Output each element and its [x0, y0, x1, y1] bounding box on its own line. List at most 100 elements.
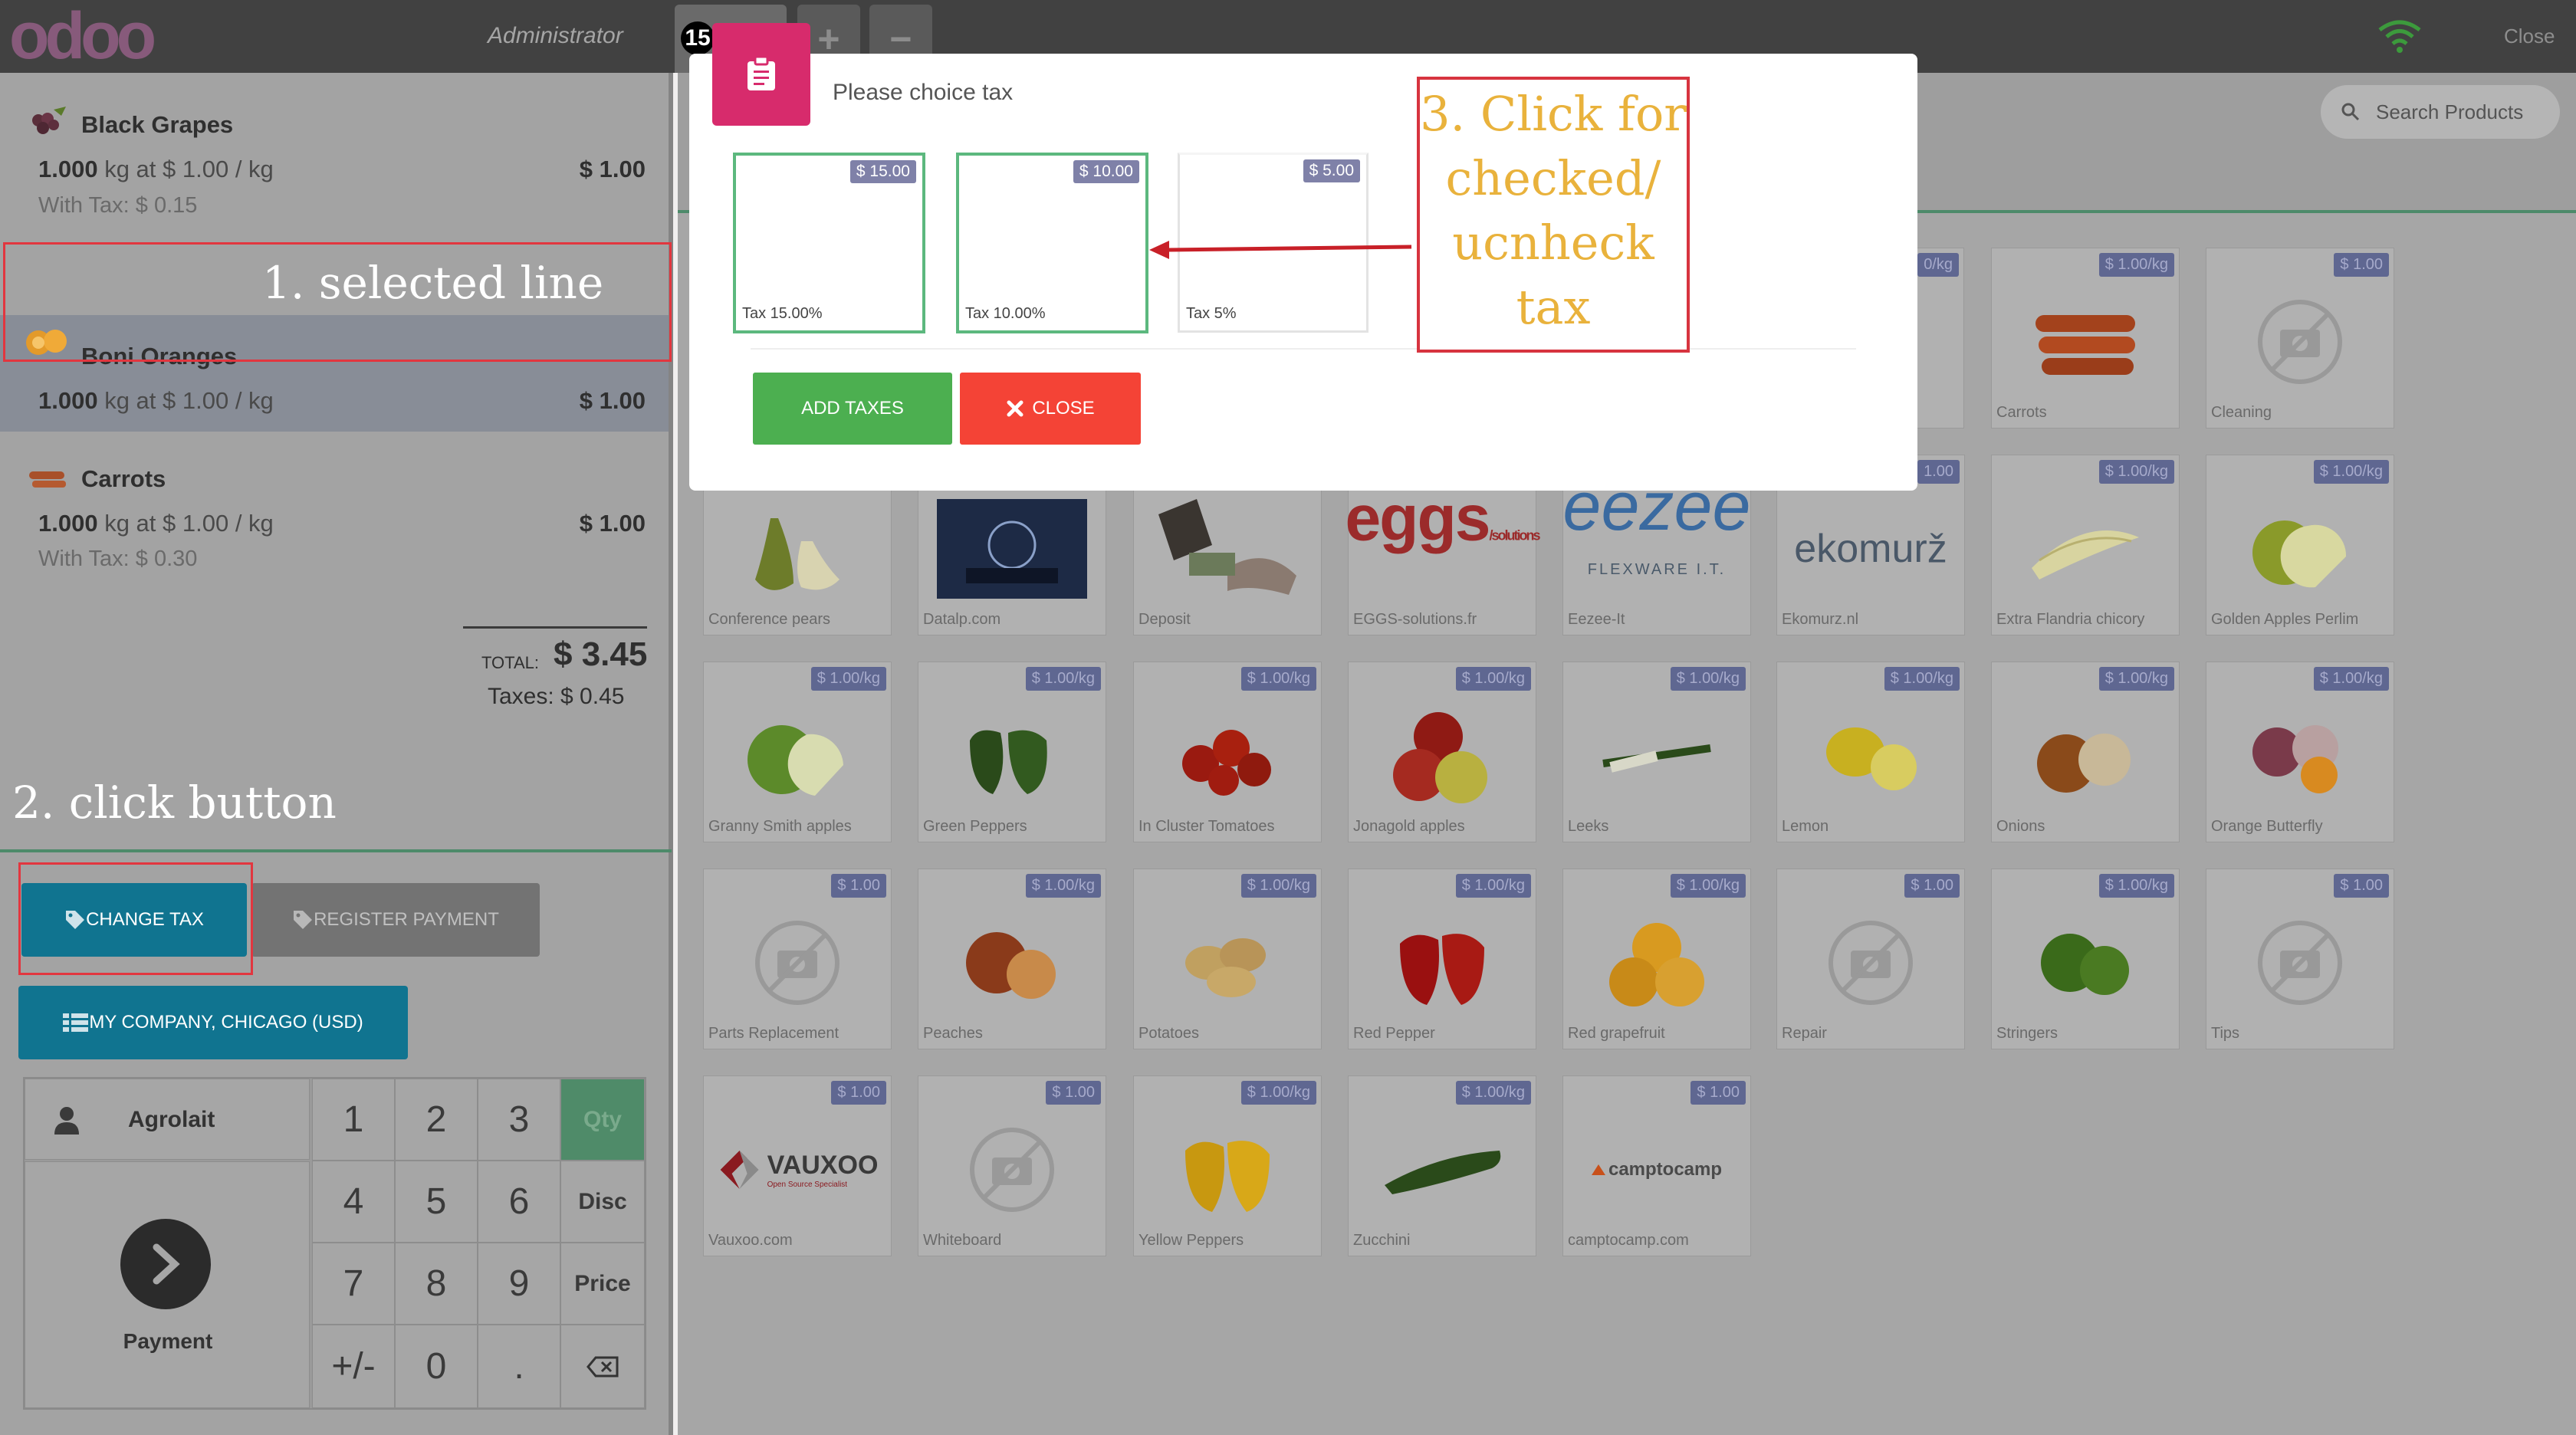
product-tile[interactable]: $ 1.00/kg Red grapefruit	[1562, 869, 1751, 1049]
payment-button[interactable]: Payment	[25, 1161, 310, 1408]
line-with-tax: With Tax: $ 0.30	[38, 547, 198, 571]
tile-price: $ 1.00	[831, 874, 886, 898]
product-tile[interactable]: $ 1.00/kg Jonagold apples	[1348, 662, 1536, 842]
product-tile[interactable]: $ 1.00/kg Peaches	[918, 869, 1106, 1049]
numpad-key-dot[interactable]: .	[478, 1325, 560, 1408]
tomatoes-image	[1182, 729, 1271, 796]
product-tile[interactable]: $ 1.00/kg Leeks	[1562, 662, 1751, 842]
product-tile[interactable]: $ 1.00/kg Carrots	[1991, 248, 2180, 429]
close-icon	[1007, 400, 1024, 417]
tile-price: $ 1.00/kg	[810, 667, 886, 691]
line-quantity: 1.000 kg at $ 1.00 / kg	[38, 156, 274, 182]
total-value: $ 3.45	[554, 635, 648, 673]
numpad-key-6[interactable]: 6	[478, 1161, 560, 1243]
tile-price: $ 1.00/kg	[1240, 1081, 1316, 1105]
tile-price: $ 1.00	[1046, 1081, 1101, 1105]
company-button[interactable]: MY COMPANY, CHICAGO (USD)	[18, 986, 408, 1059]
taxes-value: Taxes: $ 0.45	[488, 684, 625, 709]
tile-name: Zucchini	[1353, 1232, 1411, 1249]
product-tile[interactable]: $ 1.00/kg Red Pepper	[1348, 869, 1536, 1049]
tile-price: $ 1.00/kg	[1455, 667, 1531, 691]
order-number-badge[interactable]: 15	[681, 21, 715, 55]
tile-price: $ 1.00/kg	[1455, 1081, 1531, 1105]
deposit-image	[1158, 498, 1296, 595]
close-pos-button[interactable]: Close	[2504, 25, 2555, 48]
eezee-logo: eezee FLEXWARE I.T.	[1562, 468, 1751, 578]
tile-price: $ 1.00/kg	[1025, 667, 1101, 691]
grapefruit-image	[1609, 922, 1704, 1006]
product-tile[interactable]: $ 1.00/kg Green Peppers	[918, 662, 1106, 842]
product-tile[interactable]: $ 1.00/kg Orange Butterfly	[2206, 662, 2394, 842]
disc-mode-button[interactable]: Disc	[560, 1161, 645, 1243]
product-tile[interactable]: $ 1.00/kg Extra Flandria chicory	[1991, 455, 2180, 635]
numpad-key-5[interactable]: 5	[395, 1161, 478, 1243]
order-line[interactable]: Black Grapes 1.000 kg at $ 1.00 / kg $ 1…	[0, 96, 669, 218]
numpad-key-plusminus[interactable]: +/-	[312, 1325, 395, 1408]
tax-option-10[interactable]: $ 10.00 Tax 10.00%	[956, 153, 1148, 333]
customer-button[interactable]: Agrolait	[25, 1079, 310, 1160]
green-peppers-image	[970, 730, 1047, 794]
tax-name: Tax 10.00%	[965, 305, 1046, 322]
tax-option-15[interactable]: $ 15.00 Tax 15.00%	[733, 153, 925, 333]
tile-price: $ 1.00/kg	[1884, 667, 1960, 691]
product-tile[interactable]: $ 1.00/kg Yellow Peppers	[1133, 1075, 1322, 1256]
vauxoo-logo: VAUXOO Open Source Specialist	[717, 1147, 878, 1193]
numpad-key-3[interactable]: 3	[478, 1079, 560, 1161]
search-placeholder: Search Products	[2376, 100, 2524, 123]
tax-name: Tax 15.00%	[742, 305, 823, 322]
product-tile[interactable]: $ 1.00 camptocamp camptocamp.com	[1562, 1075, 1751, 1256]
annotation-toggle-tax-box: 3. Click for checked/ ucnheck tax	[1417, 77, 1690, 353]
tile-name: Parts Replacement	[708, 1025, 840, 1042]
product-tile[interactable]: $ 1.00 Tips	[2206, 869, 2394, 1049]
backspace-button[interactable]	[560, 1325, 645, 1408]
tile-name: Granny Smith apples	[708, 818, 852, 835]
add-taxes-button[interactable]: ADD TAXES	[753, 373, 952, 445]
close-dialog-button[interactable]: CLOSE	[960, 373, 1141, 445]
product-tile[interactable]: $ 1.00 Cleaning	[2206, 248, 2394, 429]
register-payment-button[interactable]: REGISTER PAYMENT	[251, 883, 540, 957]
product-tile[interactable]: $ 1.00 VAUXOO Open Source Specialist Vaux…	[703, 1075, 892, 1256]
tile-price: $ 1.00/kg	[2098, 667, 2174, 691]
product-tile[interactable]: $ 1.00 Parts Replacement	[703, 869, 892, 1049]
order-line[interactable]: Carrots 1.000 kg at $ 1.00 / kg $ 1.00 W…	[0, 381, 669, 571]
product-tile[interactable]: $ 1.00/kg Onions	[1991, 662, 2180, 842]
numpad-key-0[interactable]: 0	[395, 1325, 478, 1408]
numpad-key-9[interactable]: 9	[478, 1243, 560, 1325]
product-tile[interactable]: $ 1.00/kg Potatoes	[1133, 869, 1322, 1049]
red-pepper-image	[1400, 933, 1484, 1005]
product-tile[interactable]: $ 1.00/kg Zucchini	[1348, 1075, 1536, 1256]
tax-name: Tax 5%	[1186, 305, 1237, 322]
change-tax-callout-box	[18, 862, 253, 975]
numpad-key-1[interactable]: 1	[312, 1079, 395, 1161]
price-mode-button[interactable]: Price	[560, 1243, 645, 1325]
annotation-line: 3. Click for	[1420, 86, 1687, 142]
tile-name: Red Pepper	[1353, 1025, 1435, 1042]
tile-price: $ 1.00/kg	[2313, 667, 2389, 691]
product-tile[interactable]: $ 1.00 Whiteboard	[918, 1075, 1106, 1256]
line-quantity: 1.000 kg at $ 1.00 / kg	[38, 510, 274, 537]
tile-price: $ 1.00	[2334, 253, 2389, 277]
username[interactable]: Administrator	[488, 23, 623, 49]
tile-price: $ 1.00	[1904, 874, 1960, 898]
product-tile[interactable]: $ 1.00/kg Stringers	[1991, 869, 2180, 1049]
tile-name: Repair	[1782, 1025, 1827, 1042]
numpad-key-8[interactable]: 8	[395, 1243, 478, 1325]
product-tile[interactable]: $ 1.00/kg Lemon	[1776, 662, 1965, 842]
clipboard-icon-header	[712, 23, 810, 126]
tile-name: Datalp.com	[923, 611, 1001, 628]
product-tile[interactable]: $ 1.00/kg Golden Apples Perlim	[2206, 455, 2394, 635]
numpad-key-7[interactable]: 7	[312, 1243, 395, 1325]
qty-mode-button[interactable]: Qty	[560, 1079, 645, 1161]
product-tile[interactable]: $ 1.00 Repair	[1776, 869, 1965, 1049]
numpad-key-2[interactable]: 2	[395, 1079, 478, 1161]
search-box[interactable]: Search Products	[2321, 85, 2560, 139]
peaches-image	[966, 931, 1056, 999]
tile-name: Deposit	[1138, 611, 1191, 628]
numpad-key-4[interactable]: 4	[312, 1161, 395, 1243]
product-tile[interactable]: $ 1.00/kg In Cluster Tomatoes	[1133, 662, 1322, 842]
tile-name: Leeks	[1568, 818, 1609, 835]
tag-icon	[294, 911, 313, 929]
customer-name: Agrolait	[128, 1107, 215, 1132]
no-image-icon	[755, 920, 840, 1005]
product-tile[interactable]: $ 1.00/kg Granny Smith apples	[703, 662, 892, 842]
